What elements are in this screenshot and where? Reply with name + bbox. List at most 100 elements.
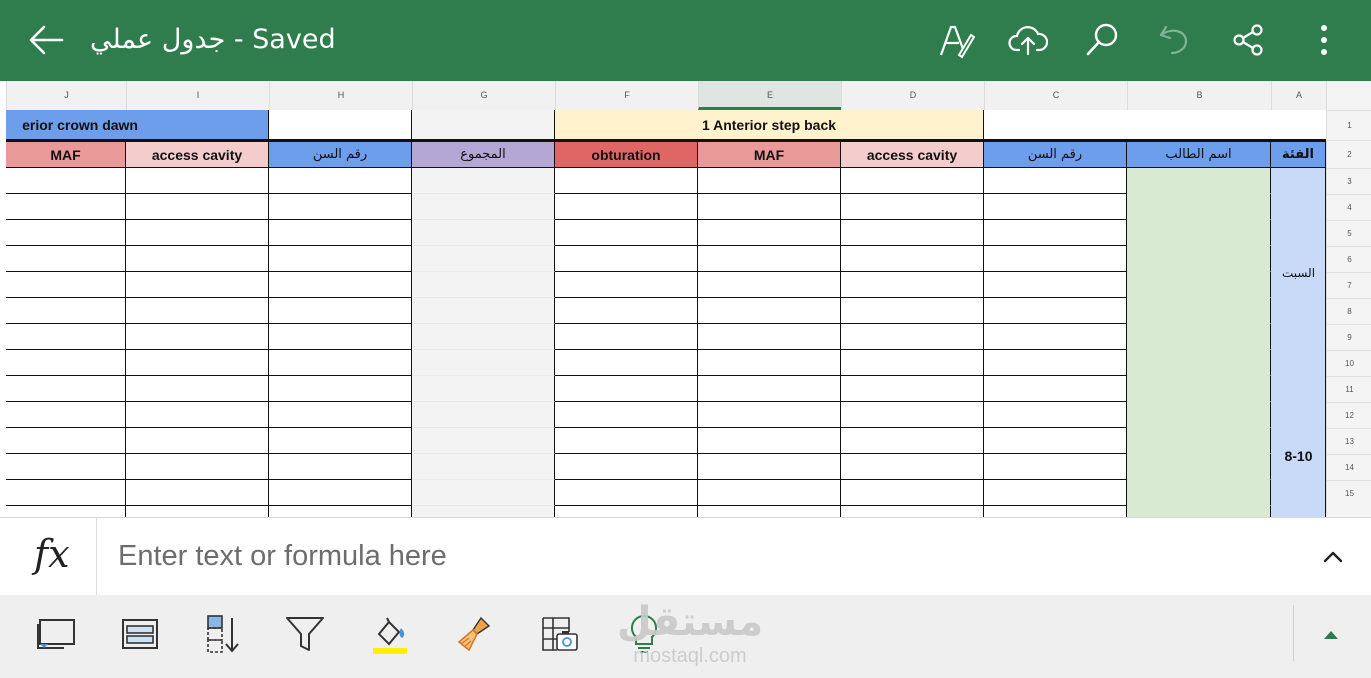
- table-cell[interactable]: [698, 480, 841, 506]
- clear-format-icon[interactable]: [450, 611, 500, 657]
- table-cell[interactable]: [555, 298, 698, 324]
- table-cell[interactable]: [555, 350, 698, 376]
- header-b-student-name[interactable]: اسم الطالب: [1127, 140, 1271, 168]
- table-cell[interactable]: [1127, 480, 1271, 506]
- table-cell[interactable]: [1127, 168, 1271, 194]
- table-cell[interactable]: [6, 246, 126, 272]
- freeze-panes-icon[interactable]: [31, 611, 81, 657]
- table-cell[interactable]: [126, 428, 269, 454]
- table-cell[interactable]: [6, 220, 126, 246]
- table-cell[interactable]: [6, 480, 126, 506]
- table-cell[interactable]: [412, 324, 555, 350]
- table-cell[interactable]: [126, 298, 269, 324]
- row-number[interactable]: 14: [1327, 454, 1371, 480]
- header-g-total[interactable]: المجموع: [412, 140, 555, 168]
- row-number[interactable]: 9: [1327, 324, 1371, 350]
- table-cell[interactable]: [984, 454, 1127, 480]
- cloud-upload-icon[interactable]: [1008, 20, 1048, 60]
- row-number[interactable]: 7: [1327, 272, 1371, 298]
- table-cell[interactable]: [269, 402, 412, 428]
- table-cell[interactable]: [412, 376, 555, 402]
- table-cell[interactable]: [6, 376, 126, 402]
- table-cell[interactable]: [555, 194, 698, 220]
- header-f-obturation[interactable]: obturation: [555, 140, 698, 168]
- table-cell[interactable]: [269, 298, 412, 324]
- row-number[interactable]: 2: [1327, 140, 1371, 168]
- table-cell[interactable]: [412, 480, 555, 506]
- table-cell[interactable]: [126, 324, 269, 350]
- table-cell[interactable]: [841, 506, 984, 517]
- table-cell[interactable]: [126, 402, 269, 428]
- table-cell[interactable]: [1127, 324, 1271, 350]
- table-cell[interactable]: [269, 350, 412, 376]
- table-cell[interactable]: [126, 272, 269, 298]
- header-a-category[interactable]: الفئة: [1271, 140, 1326, 168]
- table-cell[interactable]: [984, 272, 1127, 298]
- table-cell[interactable]: [126, 246, 269, 272]
- table-cell[interactable]: [412, 454, 555, 480]
- table-cell[interactable]: [6, 194, 126, 220]
- table-cell[interactable]: [841, 376, 984, 402]
- table-cell[interactable]: [126, 350, 269, 376]
- table-cell[interactable]: [126, 480, 269, 506]
- table-cell[interactable]: [841, 480, 984, 506]
- table-cell[interactable]: [1127, 506, 1271, 517]
- table-cell[interactable]: [1127, 272, 1271, 298]
- table-cell[interactable]: [6, 350, 126, 376]
- table-cell[interactable]: [6, 402, 126, 428]
- table-cell[interactable]: [412, 220, 555, 246]
- filter-icon[interactable]: [280, 611, 330, 657]
- table-cell[interactable]: [6, 272, 126, 298]
- table-cell[interactable]: [555, 324, 698, 350]
- table-cell[interactable]: [698, 246, 841, 272]
- header-j-maf[interactable]: MAF: [6, 140, 126, 168]
- sort-icon[interactable]: [197, 611, 247, 657]
- table-cell[interactable]: [984, 194, 1127, 220]
- table-cell[interactable]: [269, 506, 412, 517]
- table-cell[interactable]: [698, 324, 841, 350]
- expand-toolbar-icon[interactable]: [1306, 611, 1356, 657]
- table-cell[interactable]: [126, 376, 269, 402]
- table-cell[interactable]: [269, 454, 412, 480]
- table-cell[interactable]: [269, 480, 412, 506]
- header-c-tooth-number[interactable]: رقم السن: [984, 140, 1127, 168]
- table-cell[interactable]: [6, 298, 126, 324]
- table-cell[interactable]: [269, 220, 412, 246]
- table-cell[interactable]: [984, 506, 1127, 517]
- table-cell[interactable]: [698, 376, 841, 402]
- column-header-b[interactable]: B: [1127, 81, 1271, 110]
- table-cell[interactable]: [1127, 298, 1271, 324]
- table-cell[interactable]: [984, 480, 1127, 506]
- column-header-j[interactable]: J: [6, 81, 126, 110]
- table-cell[interactable]: [412, 428, 555, 454]
- table-cell[interactable]: [269, 376, 412, 402]
- table-cell[interactable]: [984, 220, 1127, 246]
- row-number[interactable]: 6: [1327, 246, 1371, 272]
- table-cell[interactable]: [841, 272, 984, 298]
- row-number[interactable]: 1: [1327, 110, 1371, 140]
- table-cell[interactable]: [269, 168, 412, 194]
- table-cell[interactable]: [6, 428, 126, 454]
- table-cell[interactable]: [412, 298, 555, 324]
- header-d-access-cavity[interactable]: access cavity: [841, 140, 984, 168]
- table-cell[interactable]: [6, 506, 126, 517]
- table-cell[interactable]: [412, 402, 555, 428]
- table-cell[interactable]: [841, 454, 984, 480]
- table-cell[interactable]: [841, 194, 984, 220]
- table-cell[interactable]: [698, 220, 841, 246]
- group-header-crown-down[interactable]: erior crown dawn: [6, 110, 269, 140]
- table-cell[interactable]: [126, 194, 269, 220]
- table-cell[interactable]: [698, 506, 841, 517]
- table-cell[interactable]: [126, 168, 269, 194]
- table-cell[interactable]: [555, 454, 698, 480]
- table-cell[interactable]: [698, 402, 841, 428]
- search-icon[interactable]: [1082, 20, 1122, 60]
- table-cell[interactable]: [555, 506, 698, 517]
- table-cell[interactable]: [698, 168, 841, 194]
- table-cell[interactable]: [555, 402, 698, 428]
- header-e-maf[interactable]: MAF: [698, 140, 841, 168]
- table-cell[interactable]: [698, 272, 841, 298]
- table-cell[interactable]: [841, 246, 984, 272]
- fill-color-icon[interactable]: [364, 611, 414, 657]
- table-cell[interactable]: [698, 428, 841, 454]
